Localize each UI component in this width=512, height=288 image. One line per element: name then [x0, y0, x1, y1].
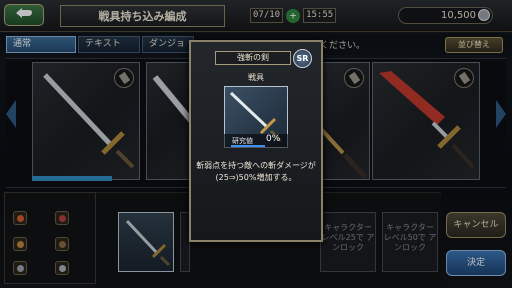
description-line: 斬弱点を持つ敵への斬ダメージが [196, 161, 316, 170]
research-percent: 0% [266, 134, 281, 144]
item-name: 強斬の剣 [215, 51, 291, 65]
research-progress-bar [231, 145, 265, 147]
item-description: 斬弱点を持つ敵への斬ダメージが (25⇒)50%増加する。 [195, 160, 317, 184]
rarity-badge: SR [293, 49, 312, 68]
description-line: (25⇒)50%増加する。 [215, 173, 297, 182]
item-category: 戦具 [248, 73, 264, 82]
